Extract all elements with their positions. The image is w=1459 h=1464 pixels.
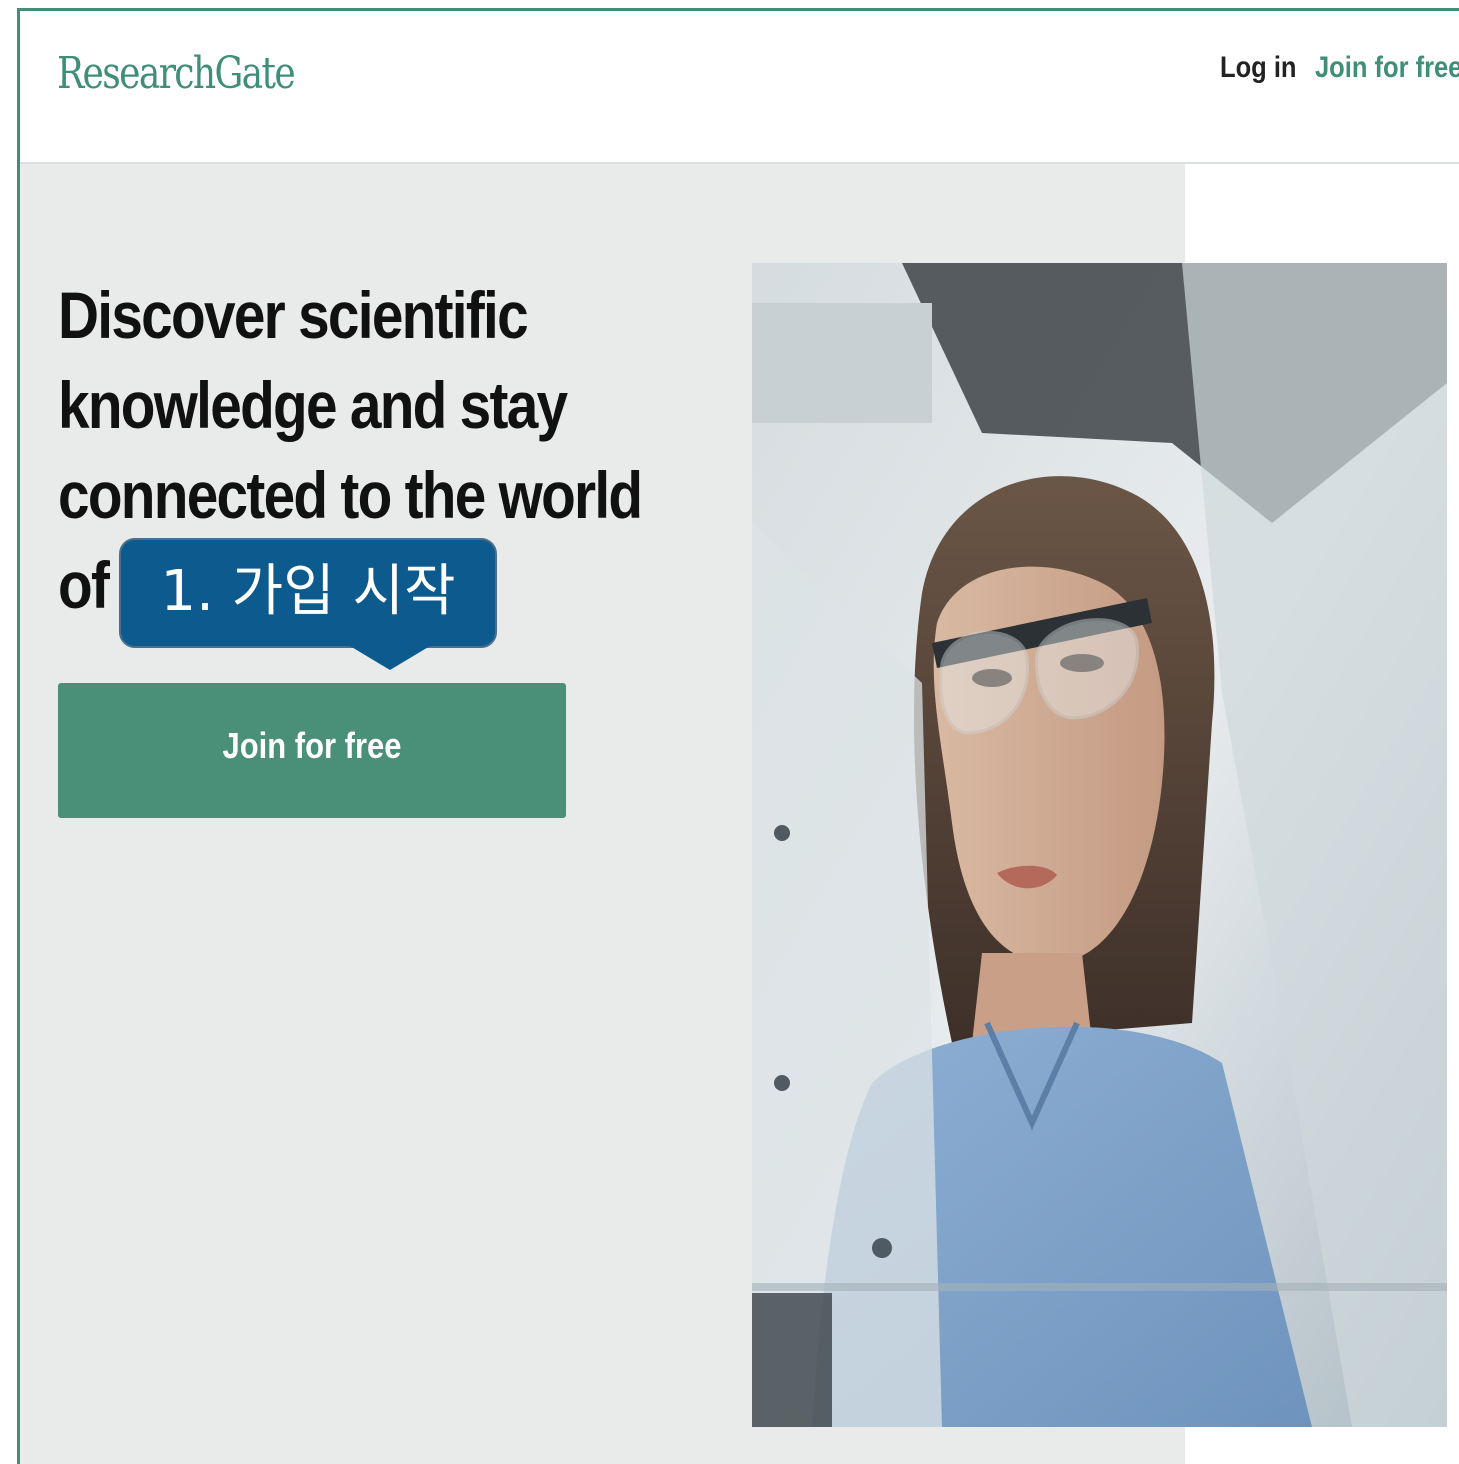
annotation-callout-text: 1. 가입 시작 [160,559,456,624]
site-header: ResearchGate Log in Join for free [20,11,1459,164]
headline-line-3: connected to the world [58,458,643,532]
annotation-callout: 1. 가입 시작 [119,538,497,648]
page-frame: ResearchGate Log in Join for free Discov… [0,0,1459,1464]
headline-line-2: knowledge and stay [58,368,568,442]
join-for-free-button-label: Join for free [222,725,402,766]
headline-line-1: Discover scientific [58,278,529,352]
scientist-illustration [752,263,1447,1427]
join-for-free-button[interactable]: Join for free [58,683,566,818]
scientist-photo [752,263,1447,1427]
join-for-free-link[interactable]: Join for free [1315,51,1459,85]
annotation-callout-tail [350,646,430,670]
login-link[interactable]: Log in [1220,51,1296,85]
researchgate-logo[interactable]: ResearchGate [57,48,296,99]
